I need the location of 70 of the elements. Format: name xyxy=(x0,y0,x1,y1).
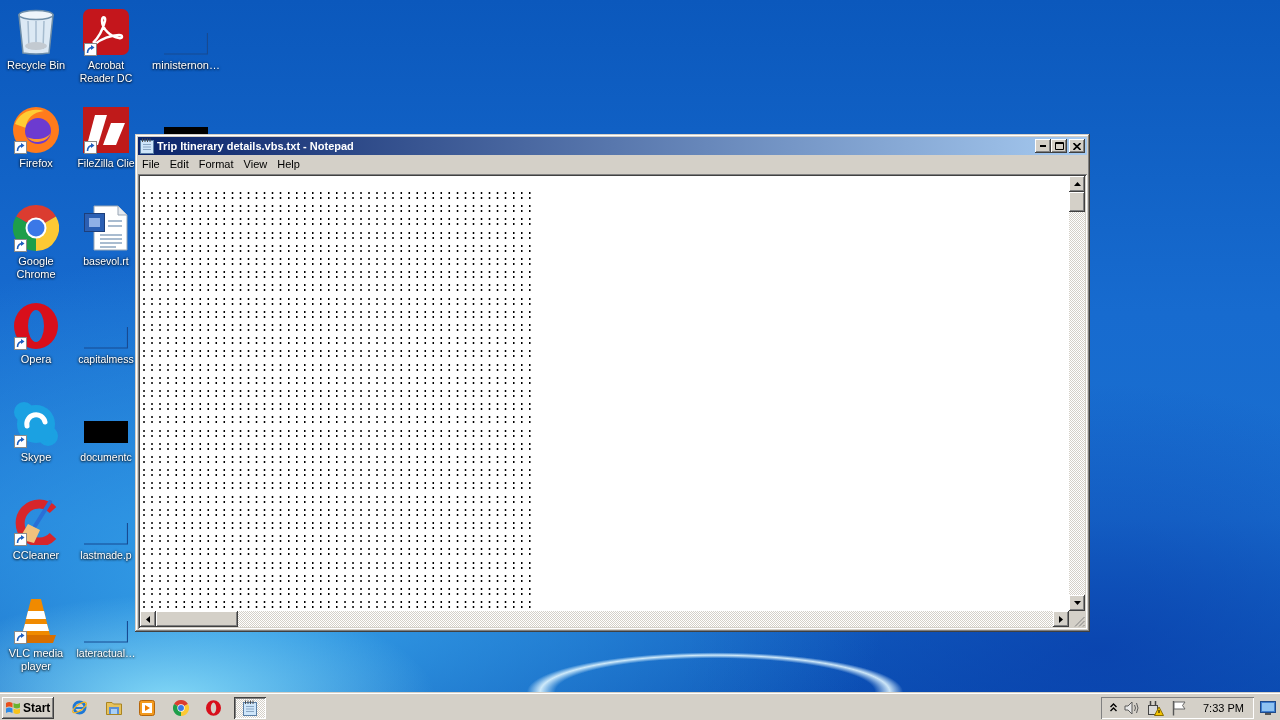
scroll-thumb[interactable] xyxy=(156,611,238,627)
icon-label[interactable]: lastmade.p xyxy=(80,549,132,562)
file-thumbnail-icon[interactable] xyxy=(84,421,128,443)
scroll-right-button[interactable] xyxy=(1053,611,1069,627)
file-thumbnail-icon[interactable] xyxy=(84,621,128,643)
text-area[interactable]: ::::::::::::::::::::::::::::::::::::::::::::::::: ::::::::::::::::::::::::::::::::::::::::::::::::: ::::::::::::::::::::::::::::::::::::::::::::::::: ::::::::::::::::::::::::::::::::::::::::::::::::: ::::::::::::::::::::::::::::::::::::::::::::::::: ::::::::::::::::::::::::::::::::::::::::::::::::: ::::::::::::::::::::::::::::::::::::::::::::::::: ::::::::::::::::::::::::::::::::::::::::::::::::: ::::::::::::::::::::::::::::::::::::::::::::::::: ::::::::::::::::::::::::::::::::::::::::::::::::: ::::::::::::::::::::::::::::::::::::::::::::::::: ::::::::::::::::::::::::::::::::::::::::::::::::: ::::::::::::::::::::::::::::::::::::::::::::::::: ::::::::::::::::::::::::::::::::::::::::::::::::: ::::::::::::::::::::::::::::::::::::::::::::::::: ::::::::::::::::::::::::::::::::::::::::::::::::: ::::::::::::::::::::::::::::::::::::::::::::::::: ::::::::::::::::::::::::::::::::::::::::::::::::: ::::::::::::::::::::::::::::::::::::::::::::::::: ::::::::::::::::::::::::::::::::::::::::::::::::: ::::::::::::::::::::::::::::::::::::::::::::::::: ::::::::::::::::::::::::::::::::::::::::::::::::: ::::::::::::::::::::::::::::::::::::::::::::::::: ::::::::::::::::::::::::::::::::::::::::::::::::: ::::::::::::::::::::::::::::::::::::::::::::::::: ::::::::::::::::::::::::::::::::::::::::::::::::: ::::::::::::::::::::::::::::::::::::::::::::::::: ::::::::::::::::::::::::::::::::::::::::::::::::: ::::::::::::::::::::::::::::::::::::::::::::::::: ::::::::::::::::::::::::::::::::::::::::::::::::: ::::::::::::::::::::::::::::::::::::::::::::::::: ::::::::::::::::::::::::::::::::::::::::::::::::: xyxy=(140,176,1069,611)
clock[interactable]: 7:33 PM xyxy=(1203,701,1244,714)
browser-logo-icon[interactable] xyxy=(172,699,189,716)
globe-orbit-icon[interactable] xyxy=(71,699,88,716)
menu-item[interactable]: Help xyxy=(272,156,305,173)
icon-label[interactable]: basevol.rt xyxy=(83,255,129,268)
resize-grip-icon[interactable] xyxy=(1074,616,1085,627)
icon-label[interactable]: CCleaner xyxy=(12,549,60,562)
window-title: Trip Itinerary details.vbs.txt - Notepad xyxy=(157,140,355,152)
left-arrow-icon xyxy=(146,615,150,623)
icon-label[interactable]: Recycle Bin xyxy=(6,59,66,72)
speaker-icon[interactable] xyxy=(1124,699,1140,716)
close-icon xyxy=(1073,142,1081,150)
ring-logo-icon[interactable] xyxy=(206,699,221,716)
network-warning-icon[interactable] xyxy=(1147,699,1164,716)
maximize-button[interactable] xyxy=(1051,139,1067,153)
icon-label[interactable]: Skype xyxy=(20,451,52,464)
icon-label[interactable]: ministernon… xyxy=(152,59,220,72)
up-arrow-icon xyxy=(1073,182,1081,186)
file-thumbnail-icon[interactable] xyxy=(84,523,128,545)
trash-bin-icon[interactable] xyxy=(17,9,55,55)
menu-item[interactable]: File xyxy=(137,156,165,173)
brush-logo-icon[interactable] xyxy=(13,499,59,545)
flag-icon[interactable] xyxy=(1171,699,1187,716)
browser-logo-icon[interactable] xyxy=(13,205,59,251)
minimize-button[interactable] xyxy=(1035,139,1051,153)
notepad-icon xyxy=(243,699,257,716)
down-arrow-icon xyxy=(1073,601,1081,605)
taskbar-button[interactable] xyxy=(234,696,266,719)
play-tile-icon[interactable] xyxy=(139,699,155,716)
menu-item[interactable]: Edit xyxy=(164,156,194,173)
icon-label[interactable]: documentc xyxy=(80,451,132,464)
right-arrow-icon xyxy=(1059,615,1063,623)
menu-item[interactable]: View xyxy=(238,156,273,173)
horizontal-scrollbar[interactable] xyxy=(140,611,1069,627)
windows-flag-icon xyxy=(5,700,21,715)
swirl-logo-icon[interactable] xyxy=(83,9,129,55)
document-icon[interactable] xyxy=(84,205,128,251)
file-thumbnail-icon[interactable] xyxy=(164,33,208,55)
minimize-icon xyxy=(1040,145,1046,147)
vertical-scrollbar[interactable] xyxy=(1069,176,1085,611)
menu-item[interactable]: Format xyxy=(193,156,239,173)
tile-logo-icon[interactable] xyxy=(83,107,129,153)
icon-label[interactable]: capitalmess xyxy=(78,353,134,366)
icon-label[interactable]: Acrobat Reader DC xyxy=(76,59,136,85)
cloud-logo-icon[interactable] xyxy=(14,402,58,446)
file-thumbnail-icon[interactable] xyxy=(164,127,208,134)
icon-label[interactable]: Google Chrome xyxy=(0,255,72,281)
globe-logo-icon[interactable] xyxy=(13,107,59,153)
file-thumbnail-icon[interactable] xyxy=(84,327,128,349)
scroll-left-button[interactable] xyxy=(140,611,156,627)
scroll-down-button[interactable] xyxy=(1069,595,1085,611)
icon-label[interactable]: Opera xyxy=(20,353,52,366)
maximize-icon xyxy=(1054,142,1064,150)
icon-label[interactable]: Firefox xyxy=(19,157,53,170)
scroll-up-button[interactable] xyxy=(1069,176,1085,192)
scroll-thumb[interactable] xyxy=(1069,192,1085,212)
icon-label[interactable]: VLC media player xyxy=(0,647,72,673)
chevron-up-icon[interactable] xyxy=(1110,703,1117,712)
start-button[interactable]: Start xyxy=(2,696,54,719)
close-button[interactable] xyxy=(1069,139,1085,153)
ring-logo-icon[interactable] xyxy=(14,303,58,349)
notepad-icon xyxy=(140,138,154,154)
show-desktop-icon[interactable] xyxy=(1260,700,1276,715)
icon-label[interactable]: FileZilla Clie xyxy=(77,157,135,170)
